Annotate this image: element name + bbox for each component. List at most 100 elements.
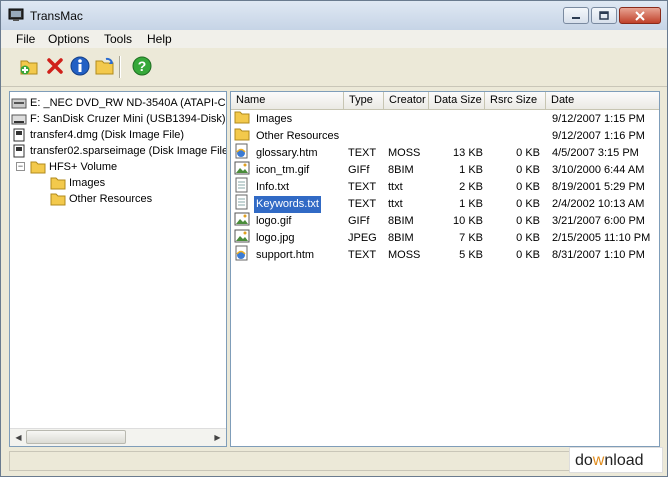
toolbar-separator [119,56,121,78]
file-name-cell[interactable]: support.htm [234,245,316,267]
file-row[interactable]: support.htm TEXT MOSS 5 KB 0 KB 8/31/2007 1:1… [231,245,659,267]
toolbar: ? [1,48,667,87]
file-name: support.htm [256,249,315,261]
file-row[interactable]: logo.gif GIFf 8BIM 10 KB 0 KB 3/21/2007 6:00 … [231,212,659,230]
scroll-right-button[interactable]: ▶ [210,430,225,445]
column-header-name[interactable]: Name [231,92,344,109]
disk-image-icon [13,128,25,142]
column-header-rsrc-size[interactable]: Rsrc Size [485,92,546,109]
window-title: TransMac [30,9,83,23]
file-data-size: 1 KB [459,164,483,176]
file-name-cell[interactable]: logo.gif [234,212,293,230]
file-name: Images [256,113,293,125]
folder-icon [50,193,66,206]
tree-item-label: HFS+ Volume [49,161,118,173]
minimize-icon [572,16,580,19]
file-creator: MOSS [388,249,421,261]
menu-file[interactable]: File [16,32,35,46]
maximize-icon [599,11,609,20]
folder-tree[interactable]: E: _NEC DVD_RW ND-3540A (ATAPI-C F: SanD… [9,91,227,447]
delete-icon [47,58,63,74]
file-list[interactable]: Name Type Creator Data Size Rsrc Size Da… [230,91,660,447]
tree-drive-e[interactable]: E: _NEC DVD_RW ND-3540A (ATAPI-C [11,95,226,111]
watermark-logo: download [569,447,663,473]
column-header-date[interactable]: Date [546,92,659,109]
file-name-cell[interactable]: glossary.htm [234,143,320,162]
open-folder-icon [95,57,114,75]
collapse-expander[interactable]: − [16,162,25,171]
file-type: TEXT [348,249,377,261]
file-name: Keywords.txt [254,196,321,213]
transmac-window: TransMac File Options Tools Help ? E: _N… [0,0,668,477]
file-date: 8/19/2001 5:29 PM [552,181,645,193]
usb-drive-icon [11,114,27,125]
file-type: GIFf [348,215,370,227]
file-name-cell[interactable]: Other Resources [234,128,341,145]
file-date: 2/15/2005 11:10 PM [552,232,651,244]
svg-text:?: ? [138,58,147,74]
column-header-creator[interactable]: Creator [384,92,429,109]
menu-help[interactable]: Help [147,32,172,46]
file-rsrc-size: 0 KB [516,181,540,193]
file-type: JPEG [348,232,377,244]
maximize-button[interactable] [591,7,617,24]
file-type: TEXT [348,147,377,159]
file-row[interactable]: icon_tm.gif GIFf 8BIM 1 KB 0 KB 3/10/2000 6:4… [231,161,659,179]
tree-item-label: transfer4.dmg (Disk Image File) [30,129,185,141]
new-icon [20,60,38,75]
info-button[interactable] [69,55,91,77]
tree-folder-images[interactable]: Images [50,175,105,191]
scroll-left-button[interactable]: ◀ [11,430,26,445]
file-name: glossary.htm [256,147,318,159]
help-button[interactable]: ? [131,55,153,77]
folder-icon [50,177,66,190]
file-row[interactable]: Info.txt TEXT ttxt 2 KB 0 KB 8/19/2001 5:29 P… [231,177,659,196]
file-data-size [428,128,483,145]
disk-image-icon [13,144,25,158]
tree-disk-image-transfer4[interactable]: transfer4.dmg (Disk Image File) [11,127,184,143]
file-type: TEXT [348,198,377,210]
file-row[interactable]: Images 9/12/2007 1:15 PM [231,111,659,128]
file-data-size: 7 KB [459,232,483,244]
file-row[interactable]: Other Resources 9/12/2007 1:16 PM [231,128,659,145]
tree-item-label: E: _NEC DVD_RW ND-3540A (ATAPI-C [30,97,226,109]
file-name: logo.jpg [256,232,295,244]
file-date: 3/21/2007 6:00 PM [552,215,645,227]
file-row[interactable]: glossary.htm TEXT MOSS 13 KB 0 KB 4/5/2007 3:… [231,143,659,162]
file-rsrc-size [488,128,540,145]
cd-drive-icon [11,98,27,109]
file-data-size [428,111,483,128]
scroll-thumb[interactable] [26,430,126,444]
delete-button[interactable] [44,55,66,77]
file-date: 2/4/2002 10:13 AM [552,198,645,210]
watermark-text: w [592,452,605,469]
file-name: Other Resources [256,130,340,142]
file-name-cell[interactable]: Images [234,111,294,128]
open-folder-button[interactable] [94,55,116,77]
new-folder-button[interactable] [18,55,40,77]
tree-item-label: Other Resources [69,193,153,205]
menu-tools[interactable]: Tools [104,32,132,46]
menu-bar: File Options Tools Help [1,30,667,48]
tree-horizontal-scrollbar[interactable]: ◀ ▶ [10,428,226,446]
file-row[interactable]: logo.jpg JPEG 8BIM 7 KB 0 KB 2/15/2005 11:10 … [231,229,659,247]
help-icon: ? [132,56,152,76]
html-file-icon [234,245,250,267]
file-rsrc-size: 0 KB [516,215,540,227]
tree-drive-f[interactable]: F: SanDisk Cruzer Mini (USB1394-Disk) [11,111,226,127]
file-rsrc-size: 0 KB [516,164,540,176]
file-date: 4/5/2007 3:15 PM [552,147,639,159]
file-name-cell[interactable]: Keywords.txt [234,194,321,213]
tree-item-label: Images [69,177,106,189]
column-header-data-size[interactable]: Data Size [429,92,485,109]
close-button[interactable] [619,7,661,24]
tree-volume-hfs[interactable]: HFS+ Volume [30,159,117,175]
minimize-button[interactable] [563,7,589,24]
watermark-text: nload [604,452,644,469]
menu-options[interactable]: Options [48,32,89,46]
file-row[interactable]: Keywords.txt TEXT ttxt 1 KB 0 KB 2/4/2002 10:… [231,194,659,213]
tree-folder-other-resources[interactable]: Other Resources [50,191,152,207]
watermark-text: do [575,452,593,469]
column-header-type[interactable]: Type [344,92,384,109]
tree-disk-image-transfer02[interactable]: transfer02.sparseimage (Disk Image File) [11,143,226,159]
